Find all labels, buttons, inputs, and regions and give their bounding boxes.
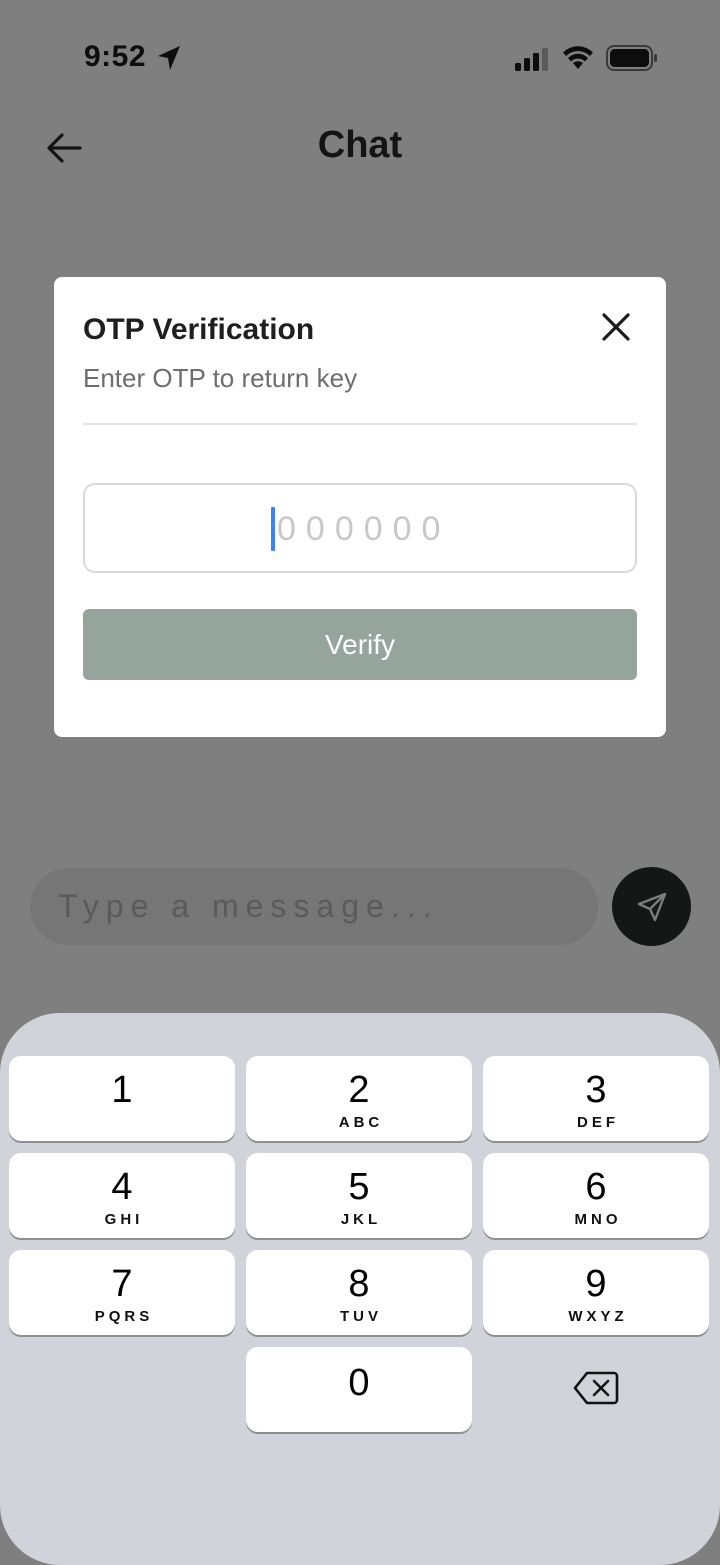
key-digit: 0 [348,1362,370,1404]
key-0[interactable]: 0 [246,1347,472,1432]
message-placeholder: Type a message... [58,888,439,924]
key-digit: 8 [348,1263,370,1305]
key-9[interactable]: 9 WXYZ [483,1250,709,1335]
key-letters: ABC [338,1114,384,1131]
cellular-signal-icon [515,48,548,71]
key-2[interactable]: 2 ABC [246,1056,472,1141]
modal-title: OTP Verification [83,313,315,346]
modal-divider [83,423,637,425]
key-1[interactable]: 1 [9,1056,235,1141]
key-digit: 3 [585,1069,607,1111]
key-8[interactable]: 8 TUV [246,1250,472,1335]
status-bar: 9:52 [0,0,720,110]
battery-icon [606,45,657,71]
status-time: 9:52 [84,40,147,73]
otp-input[interactable]: 000000 [83,483,637,573]
key-digit: 5 [348,1166,370,1208]
key-digit: 9 [585,1263,607,1305]
key-letters: DEF [577,1114,619,1131]
key-letters: WXYZ [568,1308,628,1325]
backspace-icon [573,1371,619,1405]
key-3[interactable]: 3 DEF [483,1056,709,1141]
key-digit: 2 [348,1069,370,1111]
wifi-icon [563,46,593,69]
key-letters: JKL [340,1211,382,1228]
otp-placeholder: 000000 [277,510,451,548]
key-digit: 7 [111,1263,133,1305]
key-6[interactable]: 6 MNO [483,1153,709,1238]
send-icon [637,892,667,922]
text-caret [271,507,275,551]
send-button[interactable] [612,867,691,946]
key-7[interactable]: 7 PQRS [9,1250,235,1335]
key-letters: MNO [574,1211,622,1228]
verify-button[interactable]: Verify [83,609,637,680]
page-title: Chat [317,124,403,166]
message-input[interactable]: Type a message... [30,868,598,945]
location-arrow-icon [158,46,180,70]
modal-subtitle: Enter OTP to return key [83,363,358,393]
otp-verification-modal: OTP Verification Enter OTP to return key… [54,277,666,737]
key-digit: 4 [111,1166,133,1208]
key-4[interactable]: 4 GHI [9,1153,235,1238]
key-letters: TUV [340,1308,382,1325]
backspace-key[interactable] [483,1346,709,1431]
key-digit: 1 [111,1069,133,1111]
close-icon[interactable] [598,309,634,345]
key-letters: GHI [104,1211,144,1228]
key-5[interactable]: 5 JKL [246,1153,472,1238]
key-letters: PQRS [94,1308,154,1325]
key-digit: 6 [585,1166,607,1208]
